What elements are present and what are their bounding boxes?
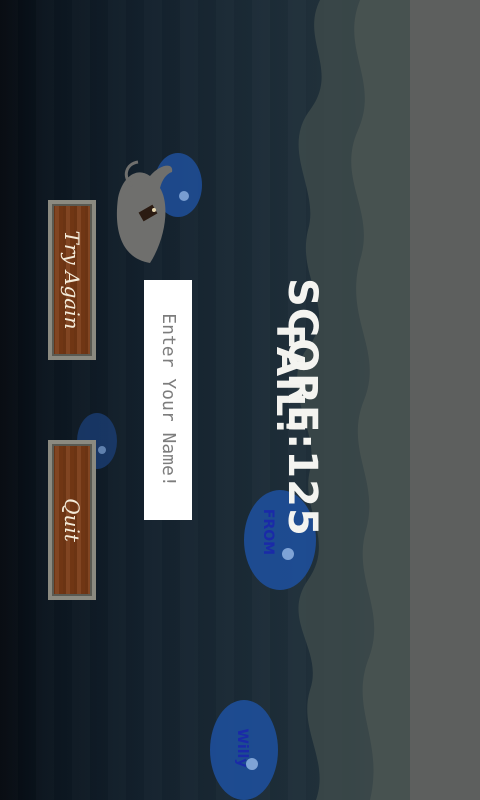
name-input-placeholder: Enter Your Name! [158,313,179,487]
bubble-word-willy: Willy [234,728,250,768]
name-input[interactable]: Enter Your Name! [144,280,192,520]
whale-icon [116,160,173,263]
bubble-word-from: FROM [260,508,276,556]
try-again-label: Try Again [60,230,84,330]
score-text: SCORE:125 [279,278,325,537]
quit-label: Quit [60,498,84,542]
quit-button[interactable]: Quit [48,440,96,600]
game-screen: FAIL! SCORE:125 FROM Willy Enter Your Na… [0,0,480,800]
fog-band [410,0,480,800]
try-again-button[interactable]: Try Again [48,200,96,360]
